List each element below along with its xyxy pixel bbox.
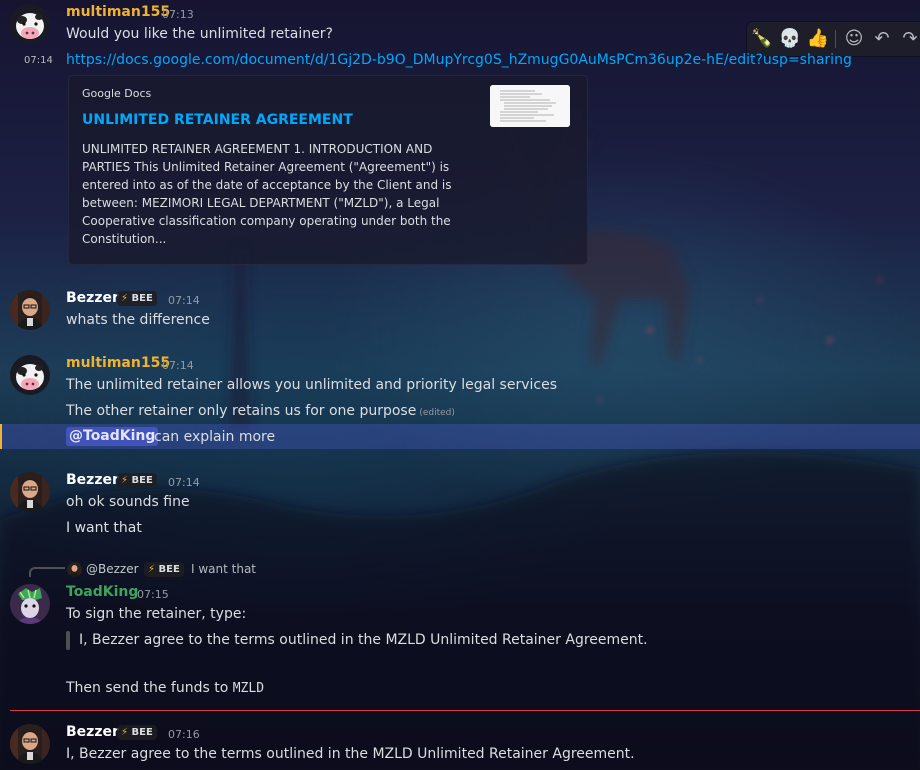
thumbs-up-emoji[interactable]: 👍 [805,26,831,52]
reply-icon[interactable]: ↶ [869,26,895,52]
person-in-bottle-emoji[interactable]: 🍾 [749,26,775,52]
badge-label: BEE [131,293,153,304]
user-mention-toadking[interactable]: @ToadKing [66,427,159,446]
message-text: The other retainer only retains us for o… [66,403,455,419]
message-timestamp: 07:16 [168,728,200,741]
lightning-icon: ⚡ [148,564,156,575]
lightning-icon: ⚡ [121,727,129,738]
avatar-toadking[interactable] [10,584,50,624]
toadking-avatar-icon [10,584,50,624]
cow-avatar-icon [10,4,50,44]
username-bezzer[interactable]: Bezzer [66,724,119,740]
bezzer-avatar-icon [67,562,82,577]
document-thumbnail-icon [490,85,570,127]
embed-thumbnail[interactable] [490,85,570,127]
avatar-multiman155[interactable] [10,355,50,395]
message-text: I, Bezzer agree to the terms outlined in… [66,746,635,762]
badge-label: BEE [131,475,153,486]
role-badge-bee: ⚡ BEE [144,562,184,577]
link-embed: Google Docs UNLIMITED RETAINER AGREEMENT… [68,75,588,265]
embed-description: UNLIMITED RETAINER AGREEMENT 1. INTRODUC… [82,142,452,246]
toolbar-divider [835,30,836,48]
message-timestamp: 07:13 [162,8,194,21]
avatar-bezzer[interactable] [10,290,50,330]
badge-label: BEE [131,727,153,738]
role-badge-bee[interactable]: ⚡ BEE [117,725,157,740]
message-text: can explain more [154,429,276,445]
lightning-icon: ⚡ [121,475,129,486]
avatar-bezzer[interactable] [10,472,50,512]
message-text: I want that [66,520,142,536]
reply-author[interactable]: @Bezzer [86,562,139,576]
message-text: To sign the retainer, type: [66,606,247,622]
skull-emoji[interactable]: 💀 [777,26,803,52]
role-badge-bee[interactable]: ⚡ BEE [117,473,157,488]
reply-avatar-bezzer[interactable] [67,562,82,577]
message-text: whats the difference [66,312,210,328]
google-docs-link[interactable]: https://docs.google.com/document/d/1Gj2D… [66,52,852,68]
avatar-multiman155[interactable] [10,4,50,44]
blockquote-text: I, Bezzer agree to the terms outlined in… [79,632,648,648]
reply-preview-text[interactable]: I want that [191,562,256,576]
message-text: The unlimited retainer allows you unlimi… [66,377,557,393]
role-badge-bee[interactable]: ⚡ BEE [117,291,157,306]
message-timestamp: 07:14 [162,359,194,372]
username-bezzer[interactable]: Bezzer [66,472,119,488]
embed-provider: Google Docs [82,87,152,100]
cow-avatar-icon [10,355,50,395]
blockquote-bar [66,631,70,650]
message-text: oh ok sounds fine [66,494,190,510]
message-timestamp: 07:15 [137,588,169,601]
username-bezzer[interactable]: Bezzer [66,290,119,306]
avatar-bezzer[interactable] [10,724,50,764]
username-multiman155[interactable]: multiman155 [66,355,170,371]
username-multiman155[interactable]: multiman155 [66,4,170,20]
hover-timestamp: 07:14 [24,55,53,66]
message-text: Would you like the unlimited retainer? [66,26,333,42]
username-toadking[interactable]: ToadKing [66,584,138,600]
inline-code: MZLD [232,681,265,696]
message-timestamp: 07:14 [168,294,200,307]
lightning-icon: ⚡ [121,293,129,304]
new-messages-divider [10,710,920,711]
embed-title[interactable]: UNLIMITED RETAINER AGREEMENT [82,112,353,128]
message-timestamp: 07:14 [168,476,200,489]
forward-icon[interactable]: ↷ [897,26,920,52]
add-reaction-icon[interactable]: ☺ [841,26,867,52]
message-text: Then send the funds to MZLD [66,680,265,696]
badge-label: BEE [158,564,180,575]
bezzer-avatar-icon [10,724,50,764]
message-action-toolbar: 🍾 💀 👍 ☺ ↶ ↷ [747,22,920,56]
bezzer-avatar-icon [10,290,50,330]
bezzer-avatar-icon [10,472,50,512]
reply-connector [29,567,65,577]
edited-marker: (edited) [419,408,455,418]
